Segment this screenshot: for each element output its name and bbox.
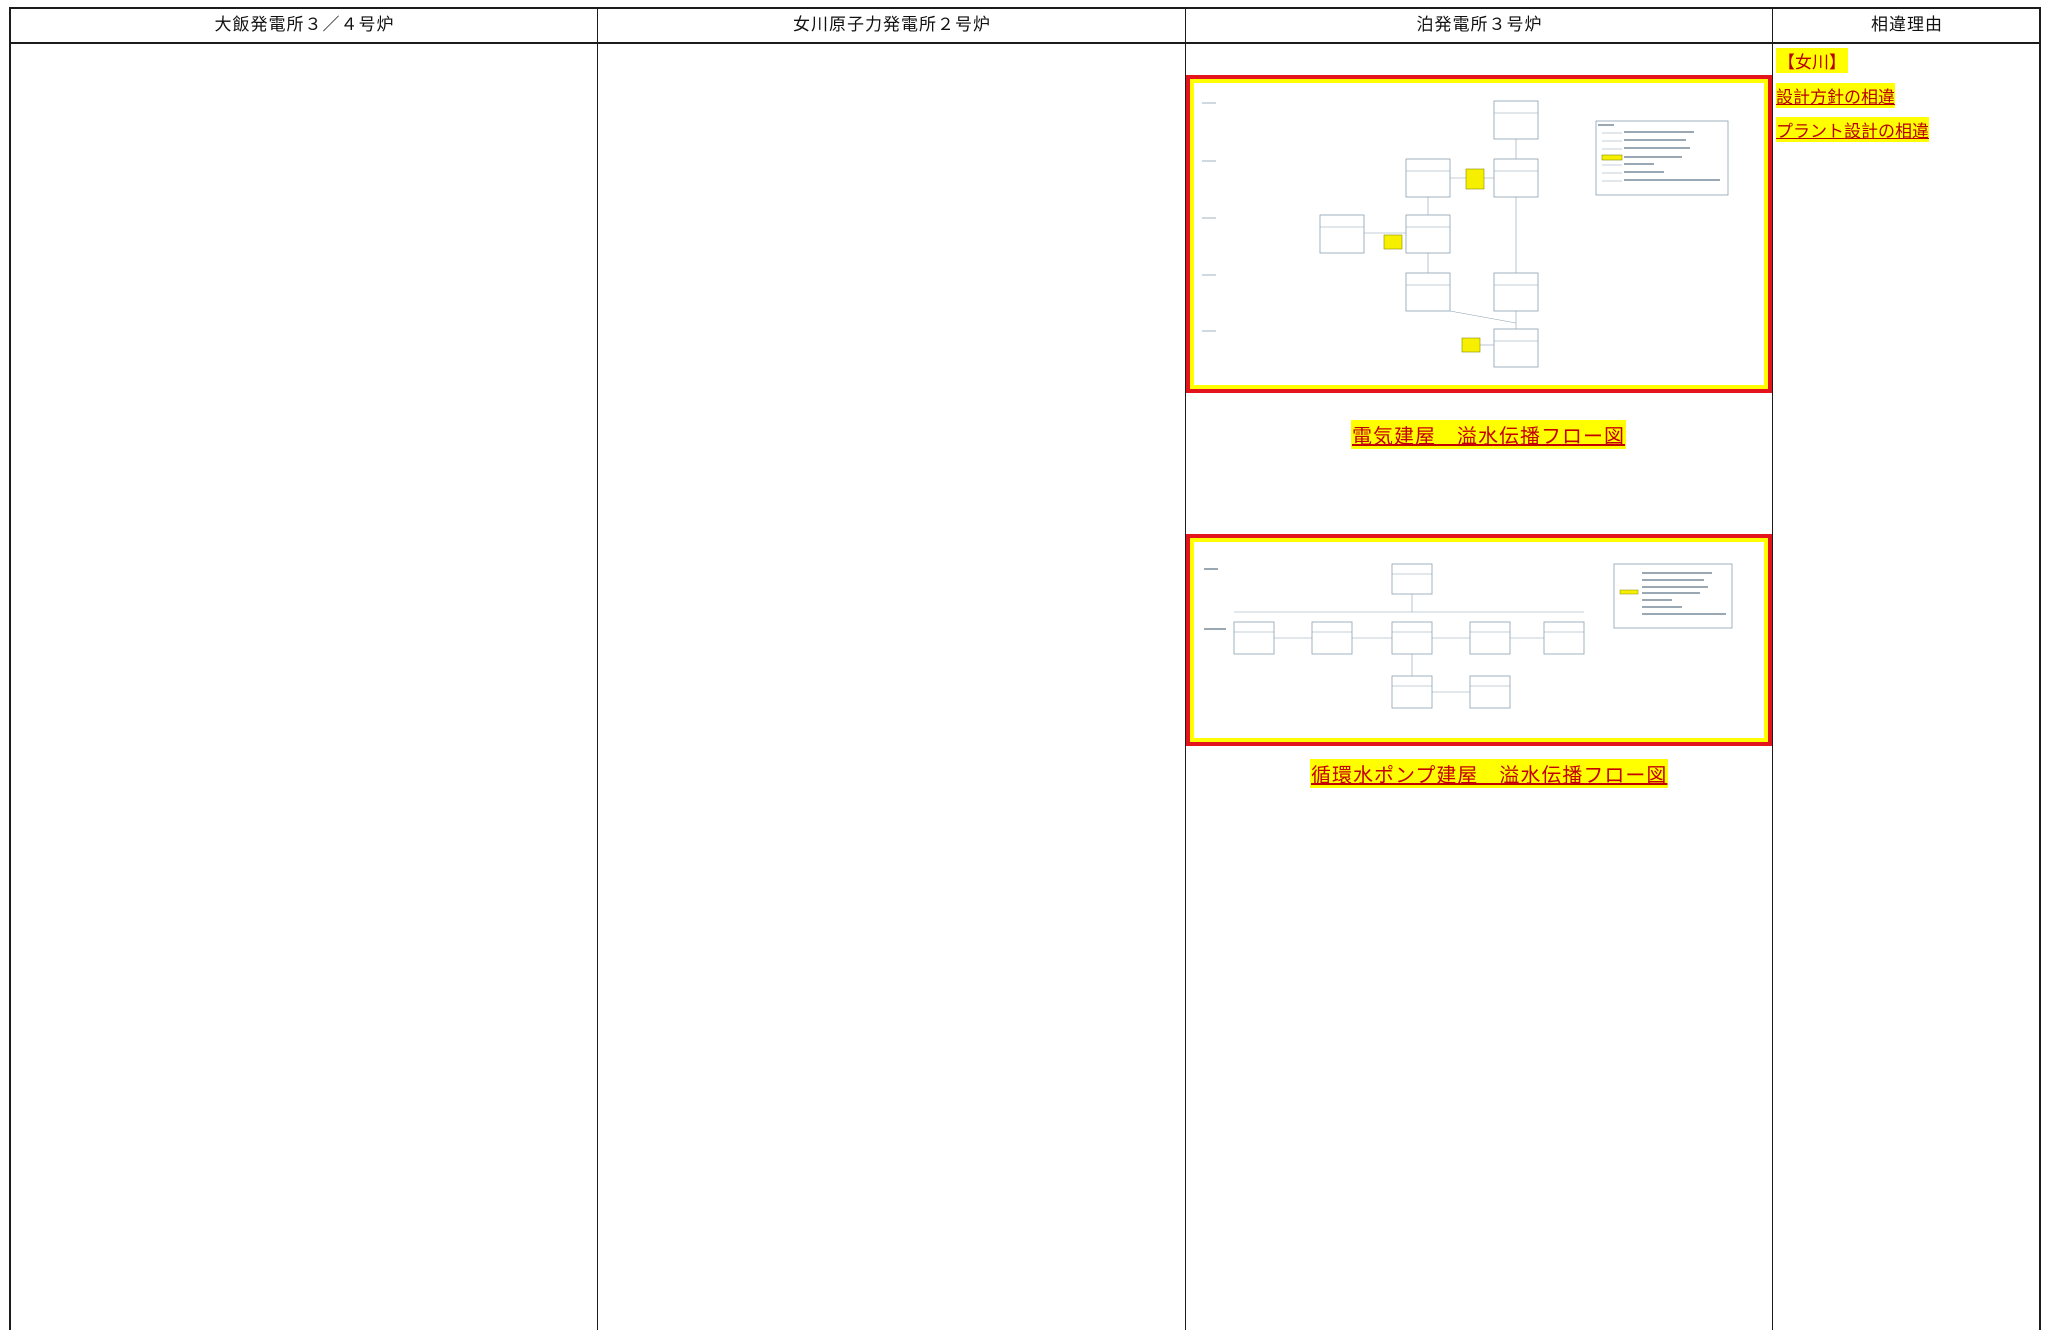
column-reason [1773,9,2041,1330]
flow-diagram-1-graphic [1202,100,1729,368]
header-reason: 相違理由 [1871,15,1943,35]
table-header-row: 大飯発電所３／４号炉 女川原子力発電所２号炉 泊発電所３号炉 相違理由 [11,9,2039,44]
figure-1-caption: 電気建屋 溢水伝播フロー図 [1351,420,1626,449]
flow-diagram-thumbnail [1194,542,1764,738]
column-onagawa [598,9,1186,1330]
figure-2-caption: 循環水ポンプ建屋 溢水伝播フロー図 [1310,759,1669,788]
comparison-page: 大飯発電所３／４号炉 女川原子力発電所２号炉 泊発電所３号炉 相違理由 電気建屋… [0,0,2051,1330]
flow-diagram-thumbnail [1194,83,1764,385]
flow-diagram-2-graphic [1204,563,1733,709]
reason-design-policy: 設計方針の相違 [1776,83,1895,108]
pump-building-flow-figure [1186,534,1772,746]
header-tomari: 泊発電所３号炉 [1416,15,1543,35]
reason-plant-design: プラント設計の相違 [1776,117,1929,142]
header-ohi: 大飯発電所３／４号炉 [214,15,395,35]
column-ohi [11,9,598,1330]
header-onagawa: 女川原子力発電所２号炉 [793,15,991,35]
electrical-building-flow-figure [1186,75,1772,393]
reason-plant-tag: 【女川】 [1776,48,1848,73]
